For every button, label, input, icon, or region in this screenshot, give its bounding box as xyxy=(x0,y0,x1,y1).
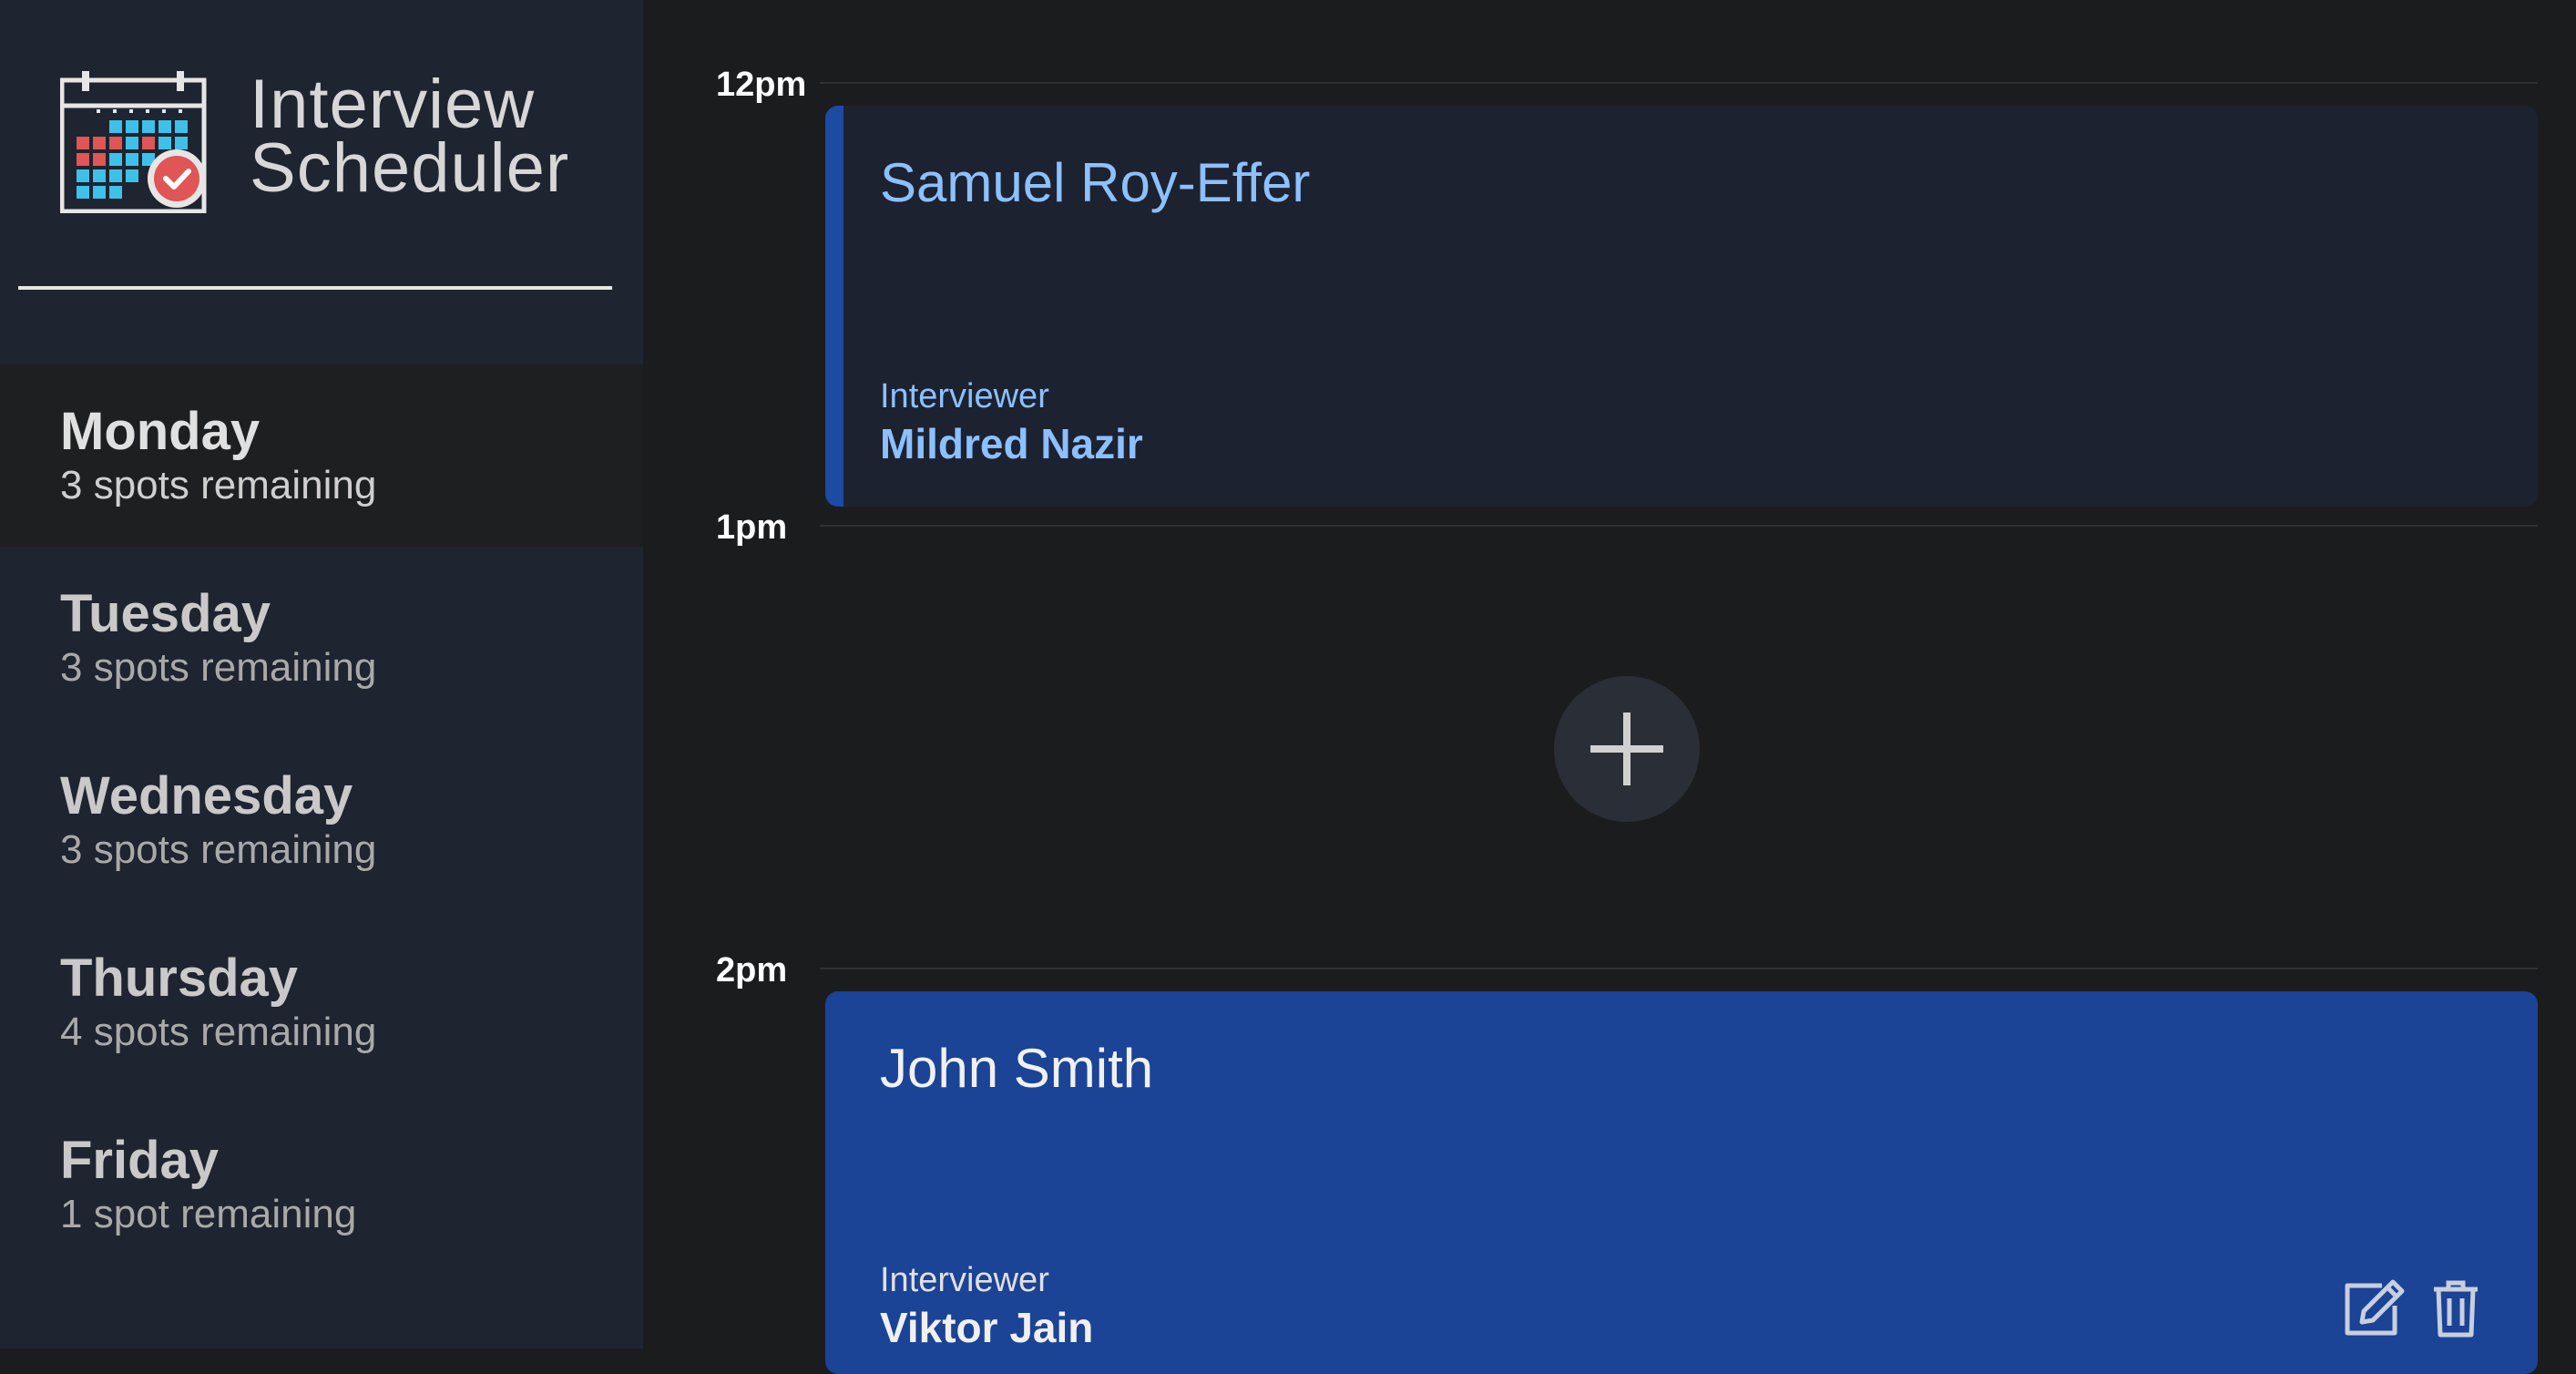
time-label-12pm: 12pm xyxy=(716,66,807,104)
interviewer-name: Mildred Nazir xyxy=(880,420,1143,467)
day-list: Monday 3 spots remaining Tuesday 3 spots… xyxy=(0,364,643,1276)
appointment-accent-bar xyxy=(825,106,843,507)
day-item-tuesday[interactable]: Tuesday 3 spots remaining xyxy=(0,547,643,729)
sidebar-divider xyxy=(18,286,612,290)
time-label-2pm: 2pm xyxy=(716,951,788,989)
student-name: Samuel Roy-Effer xyxy=(880,152,1311,213)
app-title: Interview Scheduler xyxy=(250,66,570,207)
day-name: Thursday xyxy=(60,948,299,1008)
delete-button[interactable] xyxy=(2423,1276,2489,1341)
student-name: John Smith xyxy=(880,1038,1154,1099)
time-divider xyxy=(820,525,2538,527)
day-item-thursday[interactable]: Thursday 4 spots remaining xyxy=(0,911,643,1093)
schedule: 12pm Samuel Roy-Effer Interviewer Mildre… xyxy=(643,0,2576,1374)
time-divider xyxy=(820,968,2538,969)
interviewer-label: Interviewer xyxy=(880,1261,1049,1299)
day-spots: 3 spots remaining xyxy=(60,827,377,872)
add-appointment-button[interactable] xyxy=(1554,676,1700,822)
day-name: Monday xyxy=(60,402,261,461)
interviewer-label: Interviewer xyxy=(880,377,1049,415)
day-name: Tuesday xyxy=(60,584,271,643)
day-item-wednesday[interactable]: Wednesday 3 spots remaining xyxy=(0,729,643,911)
logo-area: Interview Scheduler xyxy=(0,0,643,364)
appointment-card[interactable]: Samuel Roy-Effer Interviewer Mildred Naz… xyxy=(825,106,2538,507)
appointment-actions xyxy=(2341,1276,2489,1341)
app-title-line2: Scheduler xyxy=(250,129,570,207)
day-spots: 4 spots remaining xyxy=(60,1010,377,1054)
time-label-1pm: 1pm xyxy=(716,508,788,547)
day-name: Wednesday xyxy=(60,766,353,825)
day-spots: 3 spots remaining xyxy=(60,463,377,508)
app-title-line1: Interview xyxy=(250,66,536,143)
day-item-monday[interactable]: Monday 3 spots remaining xyxy=(0,364,643,547)
edit-button[interactable] xyxy=(2341,1276,2407,1341)
day-spots: 3 spots remaining xyxy=(60,645,377,690)
plus-icon xyxy=(1590,713,1663,785)
trash-icon xyxy=(2434,1280,2478,1338)
day-name: Friday xyxy=(60,1131,220,1190)
calendar-check-icon xyxy=(60,71,207,213)
sidebar: Interview Scheduler Monday 3 spots remai… xyxy=(0,0,643,1348)
edit-icon xyxy=(2345,1279,2405,1336)
day-item-friday[interactable]: Friday 1 spot remaining xyxy=(0,1093,643,1276)
time-divider xyxy=(820,82,2538,84)
interviewer-name: Viktor Jain xyxy=(880,1304,1094,1351)
appointment-card-hovered[interactable]: John Smith Interviewer Viktor Jain xyxy=(825,991,2538,1374)
day-spots: 1 spot remaining xyxy=(60,1192,357,1236)
